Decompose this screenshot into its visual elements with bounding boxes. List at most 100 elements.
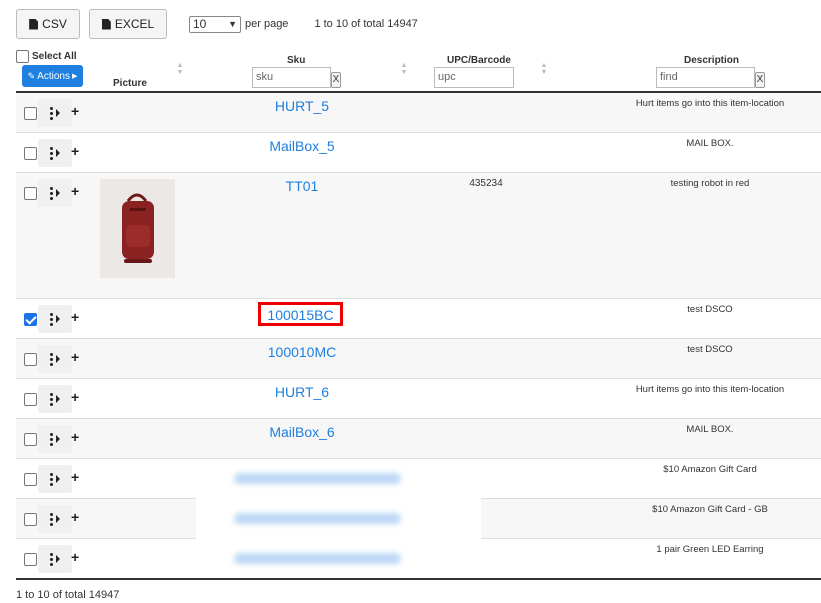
upc-filter-input[interactable]: upc (434, 67, 514, 88)
plus-icon[interactable]: + (71, 430, 79, 444)
row-menu-button[interactable] (38, 179, 72, 207)
description-value: testing robot in red (670, 178, 750, 189)
caret-right-icon (56, 475, 60, 483)
description-value: $10 Amazon Gift Card - GB (652, 504, 768, 515)
backpack-image (100, 179, 175, 278)
plus-icon[interactable]: + (71, 350, 79, 364)
select-all-checkbox[interactable] (16, 50, 29, 63)
kebab-icon (50, 552, 53, 566)
sku-link[interactable]: TT01 (223, 178, 381, 194)
row-menu-button[interactable] (38, 139, 72, 167)
actions-button[interactable]: ✎ Actions ▶ (22, 65, 83, 87)
row-menu-button[interactable] (38, 545, 72, 573)
kebab-icon (50, 186, 53, 200)
caret-right-icon (56, 435, 60, 443)
description-value: MAIL BOX. (686, 424, 734, 435)
description-header[interactable]: Description (684, 55, 739, 66)
row-menu-button[interactable] (38, 385, 72, 413)
row-menu-button[interactable] (38, 465, 72, 493)
row-menu-button[interactable] (38, 305, 72, 333)
kebab-icon (50, 472, 53, 486)
plus-icon[interactable]: + (71, 104, 79, 118)
sku-link[interactable]: 100015BC (258, 302, 343, 326)
row-checkbox[interactable] (24, 187, 37, 200)
table-row: + 1 pair Green LED Earring (16, 539, 821, 579)
sku-link[interactable]: 100010MC (223, 344, 381, 360)
csv-button[interactable]: CSV (16, 9, 80, 39)
kebab-icon (50, 432, 53, 446)
sku-link[interactable]: HURT_6 (223, 384, 381, 400)
sku-filter-clear-button[interactable]: X (331, 72, 341, 88)
kebab-icon (50, 352, 53, 366)
table-row: + 100010MC test DSCO (16, 339, 821, 379)
caret-right-icon (56, 555, 60, 563)
description-value: $10 Amazon Gift Card (663, 464, 757, 475)
plus-icon[interactable]: + (71, 390, 79, 404)
description-value: 1 pair Green LED Earring (656, 544, 764, 555)
sort-icon[interactable]: ▲ ▼ (400, 62, 408, 76)
product-picture[interactable] (100, 179, 175, 278)
csv-button-label: CSV (42, 17, 67, 31)
description-filter-clear-button[interactable]: X (755, 72, 765, 88)
excel-button-label: EXCEL (114, 17, 155, 31)
row-menu-button[interactable] (38, 99, 72, 127)
per-page-select[interactable]: 10 ▼ (189, 15, 241, 33)
kebab-icon (50, 106, 53, 120)
kebab-icon (50, 146, 53, 160)
redacted-region (196, 459, 481, 499)
range-text-bottom: 1 to 10 of total 14947 (16, 589, 120, 601)
caret-right-icon (56, 189, 60, 197)
description-filter-input[interactable]: find (656, 67, 755, 88)
row-checkbox[interactable] (24, 107, 37, 120)
caret-right-icon: ▶ (71, 73, 78, 80)
row-checkbox[interactable] (24, 433, 37, 446)
caret-right-icon (56, 149, 60, 157)
file-icon (101, 18, 111, 30)
table-row: + MailBox_5 MAIL BOX. (16, 133, 821, 173)
sku-link[interactable]: MailBox_6 (223, 424, 381, 440)
picture-header: Picture (113, 78, 147, 89)
plus-icon[interactable]: + (71, 144, 79, 158)
row-checkbox[interactable] (24, 313, 37, 326)
row-checkbox[interactable] (24, 473, 37, 486)
table-row: + HURT_6 Hurt items go into this item-lo… (16, 379, 821, 419)
table-row: + HURT_5 Hurt items go into this item-lo… (16, 93, 821, 133)
row-checkbox[interactable] (24, 513, 37, 526)
plus-icon[interactable]: + (71, 310, 79, 324)
description-value: test DSCO (687, 304, 733, 315)
plus-icon[interactable]: + (71, 550, 79, 564)
per-page-value: 10 (193, 17, 207, 31)
redacted-region (196, 539, 481, 579)
row-menu-button[interactable] (38, 425, 72, 453)
sku-filter-input[interactable]: sku (252, 67, 331, 88)
actions-label: Actions (37, 70, 70, 82)
table-body: + HURT_5 Hurt items go into this item-lo… (16, 93, 821, 579)
table-row: + $10 Amazon Gift Card (16, 459, 821, 499)
plus-icon[interactable]: + (71, 184, 79, 198)
row-menu-button[interactable] (38, 345, 72, 373)
kebab-icon (50, 392, 53, 406)
select-all-label: Select All (32, 51, 77, 62)
sku-header[interactable]: Sku (287, 55, 305, 66)
plus-icon[interactable]: + (71, 470, 79, 484)
row-menu-button[interactable] (38, 505, 72, 533)
row-checkbox[interactable] (24, 553, 37, 566)
sku-link[interactable]: HURT_5 (223, 98, 381, 114)
sort-icon[interactable]: ▲ ▼ (176, 62, 184, 76)
excel-button[interactable]: EXCEL (89, 9, 167, 39)
description-value: Hurt items go into this item-location (635, 384, 785, 395)
caret-right-icon (56, 315, 60, 323)
per-page-label: per page (245, 18, 289, 30)
plus-icon[interactable]: + (71, 510, 79, 524)
select-all[interactable]: Select All (16, 50, 77, 63)
export-toolbar: CSV EXCEL 10 ▼ per page 1 to 10 of total… (16, 9, 418, 39)
table-footer-divider (16, 578, 821, 580)
upc-header[interactable]: UPC/Barcode (447, 55, 511, 66)
row-checkbox[interactable] (24, 147, 37, 160)
sort-icon[interactable]: ▲ ▼ (540, 62, 548, 76)
sku-link[interactable]: MailBox_5 (223, 138, 381, 154)
caret-right-icon (56, 109, 60, 117)
row-checkbox[interactable] (24, 393, 37, 406)
description-value: MAIL BOX. (686, 138, 734, 149)
row-checkbox[interactable] (24, 353, 37, 366)
